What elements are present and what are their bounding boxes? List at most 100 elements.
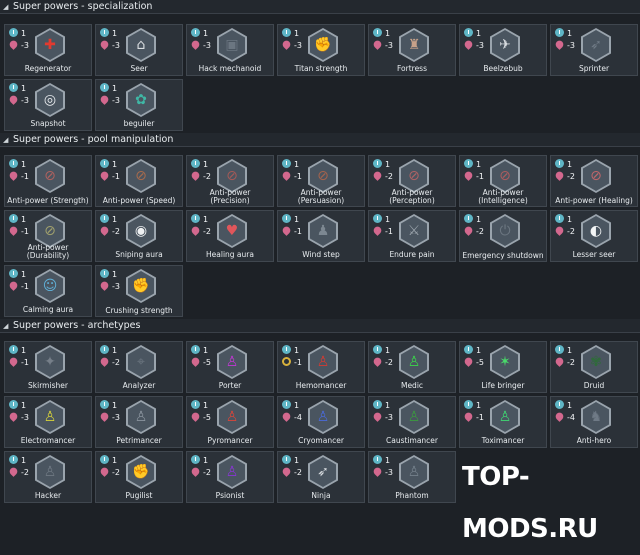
hex-background: ⊘ bbox=[492, 161, 518, 191]
flame-cost-icon bbox=[8, 466, 19, 477]
power-card-endure-pain[interactable]: 1 -1 ⚔ Endure pain bbox=[368, 210, 456, 262]
xp-value: 1 bbox=[294, 456, 300, 465]
power-glyph: ♙ bbox=[316, 409, 330, 425]
flame-cost-icon bbox=[372, 466, 383, 477]
power-card-sniping-aura[interactable]: 1 -2 ◉ Sniping aura bbox=[95, 210, 183, 262]
flame-cost-icon bbox=[8, 39, 19, 50]
hex-background: ⌖ bbox=[128, 347, 154, 377]
power-card-regenerator[interactable]: 1 -3 ✚ Regenerator bbox=[4, 24, 92, 76]
phantom-icon: ♙ bbox=[399, 455, 429, 489]
collapse-triangle-icon[interactable]: ◢ bbox=[3, 319, 8, 333]
power-card-toximancer[interactable]: 1 -1 ♙ Toximancer bbox=[459, 396, 547, 448]
power-card-wind-step[interactable]: 1 -1 ♟ Wind step bbox=[277, 210, 365, 262]
power-card-snapshot[interactable]: 1 -3 ◎ Snapshot bbox=[4, 79, 92, 131]
xp-stat: 1 bbox=[373, 455, 390, 466]
xp-value: 1 bbox=[476, 401, 482, 410]
power-card-analyzer[interactable]: 1 -2 ⌖ Analyzer bbox=[95, 341, 183, 393]
power-name: beguiler bbox=[123, 119, 155, 128]
power-card-phantom[interactable]: 1 -3 ♙ Phantom bbox=[368, 451, 456, 503]
cost-stat: -3 bbox=[99, 411, 120, 423]
cost-stat: -2 bbox=[99, 225, 120, 237]
power-glyph: ⌖ bbox=[137, 354, 145, 370]
power-card-lesser-seer[interactable]: 1 -2 ◐ Lesser seer bbox=[550, 210, 638, 262]
power-card-beelzebub[interactable]: 1 -3 ✈ Beelzebub bbox=[459, 24, 547, 76]
cost-value: -3 bbox=[112, 413, 120, 422]
power-name: Endure pain bbox=[389, 250, 435, 259]
power-card-healing-aura[interactable]: 1 -2 ♥ Healing aura bbox=[186, 210, 274, 262]
power-card-seer[interactable]: 1 -3 ⌂ Seer bbox=[95, 24, 183, 76]
collapse-triangle-icon[interactable]: ◢ bbox=[3, 0, 8, 14]
xp-value: 1 bbox=[112, 456, 118, 465]
section-title: Super powers - pool manipulation bbox=[13, 134, 174, 145]
cost-value: -2 bbox=[385, 358, 393, 367]
xp-stat: 1 bbox=[100, 455, 117, 466]
section-header-specialization[interactable]: ◢ Super powers - specialization bbox=[0, 0, 640, 14]
xp-value: 1 bbox=[385, 160, 391, 169]
power-card-pyromancer[interactable]: 1 -5 ♙ Pyromancer bbox=[186, 396, 274, 448]
power-card-anti-power-intelligence[interactable]: 1 -1 ⊘ Anti-power (Intelligence) bbox=[459, 155, 547, 207]
power-card-cryomancer[interactable]: 1 -4 ♙ Cryomancer bbox=[277, 396, 365, 448]
section-header-pool-manipulation[interactable]: ◢ Super powers - pool manipulation bbox=[0, 133, 640, 147]
xp-icon bbox=[464, 28, 473, 37]
power-card-anti-power-durability[interactable]: 1 -1 ⊘ Anti-power (Durability) bbox=[4, 210, 92, 262]
power-card-psionist[interactable]: 1 -2 ♙ Psionist bbox=[186, 451, 274, 503]
power-card-anti-power-perception[interactable]: 1 -2 ⊘ Anti-power (Perception) bbox=[368, 155, 456, 207]
power-card-electromancer[interactable]: 1 -3 ♙ Electromancer bbox=[4, 396, 92, 448]
hex-background: ♙ bbox=[219, 457, 245, 487]
cost-stat: -3 bbox=[463, 39, 484, 51]
power-card-anti-hero[interactable]: 1 -4 ♞ Anti-hero bbox=[550, 396, 638, 448]
power-card-calming-aura[interactable]: 1 -1 ☺ Calming aura bbox=[4, 265, 92, 317]
power-card-anti-power-precision[interactable]: 1 -2 ⊘ Anti-power (Precision) bbox=[186, 155, 274, 207]
xp-icon bbox=[373, 159, 382, 168]
power-card-ninja[interactable]: 1 -2 ➶ Ninja bbox=[277, 451, 365, 503]
power-card-druid[interactable]: 1 -2 ✾ Druid bbox=[550, 341, 638, 393]
xp-value: 1 bbox=[21, 215, 27, 224]
power-card-anti-power-healing[interactable]: 1 -2 ⊘ Anti-power (Healing) bbox=[550, 155, 638, 207]
xp-value: 1 bbox=[385, 346, 391, 355]
power-card-hemomancer[interactable]: 1 -1 ♙ Hemomancer bbox=[277, 341, 365, 393]
power-card-sprinter[interactable]: 1 -3 ➶ Sprinter bbox=[550, 24, 638, 76]
cost-value: -4 bbox=[567, 413, 575, 422]
power-card-pugilist[interactable]: 1 -2 ✊ Pugilist bbox=[95, 451, 183, 503]
xp-icon bbox=[373, 345, 382, 354]
cost-value: -3 bbox=[112, 96, 120, 105]
xp-stat: 1 bbox=[555, 345, 572, 356]
power-card-hack-mechanoid[interactable]: 1 -3 ▣ Hack mechanoid bbox=[186, 24, 274, 76]
xp-icon bbox=[9, 214, 18, 223]
power-card-titan-strength[interactable]: 1 -3 ✊ Titan strength bbox=[277, 24, 365, 76]
power-name: Psionist bbox=[215, 491, 245, 500]
cost-stat: -3 bbox=[99, 94, 120, 106]
power-card-emergency-shutdown[interactable]: 1 -2 ⏻ Emergency shutdown bbox=[459, 210, 547, 262]
collapse-triangle-icon[interactable]: ◢ bbox=[3, 133, 8, 147]
power-card-anti-power-persuasion[interactable]: 1 -1 ⊘ Anti-power (Persuasion) bbox=[277, 155, 365, 207]
power-card-life-bringer[interactable]: 1 -5 ✶ Life bringer bbox=[459, 341, 547, 393]
xp-value: 1 bbox=[476, 215, 482, 224]
cost-value: -1 bbox=[294, 172, 302, 181]
power-card-medic[interactable]: 1 -2 ♙ Medic bbox=[368, 341, 456, 393]
power-card-beguiler[interactable]: 1 -3 ✿ beguiler bbox=[95, 79, 183, 131]
cost-value: -2 bbox=[567, 172, 575, 181]
cost-value: -3 bbox=[112, 282, 120, 291]
flame-cost-icon bbox=[190, 466, 201, 477]
section-header-archetypes[interactable]: ◢ Super powers - archetypes bbox=[0, 319, 640, 333]
power-card-anti-power-speed[interactable]: 1 -1 ⊘ Anti-power (Speed) bbox=[95, 155, 183, 207]
xp-value: 1 bbox=[476, 346, 482, 355]
power-card-crushing-strength[interactable]: 1 -3 ✊ Crushing strength bbox=[95, 265, 183, 317]
power-glyph: ♙ bbox=[407, 354, 421, 370]
section-title: Super powers - specialization bbox=[13, 1, 153, 12]
xp-icon bbox=[282, 214, 291, 223]
power-card-anti-power-strength[interactable]: 1 -1 ⊘ Anti-power (Strength) bbox=[4, 155, 92, 207]
gold-ring-icon bbox=[282, 357, 291, 366]
power-card-skirmisher[interactable]: 1 -1 ✦ Skirmisher bbox=[4, 341, 92, 393]
power-card-hacker[interactable]: 1 -2 ♙ Hacker bbox=[4, 451, 92, 503]
power-name: Anti-power (Persuasion) bbox=[297, 188, 345, 205]
power-card-petrimancer[interactable]: 1 -3 ♙ Petrimancer bbox=[95, 396, 183, 448]
xp-icon bbox=[282, 159, 291, 168]
xp-value: 1 bbox=[385, 215, 391, 224]
power-card-caustimancer[interactable]: 1 -3 ♙ Caustimancer bbox=[368, 396, 456, 448]
power-card-fortress[interactable]: 1 -3 ♜ Fortress bbox=[368, 24, 456, 76]
power-glyph: ♙ bbox=[498, 409, 512, 425]
hex-background: ➶ bbox=[310, 457, 336, 487]
power-card-porter[interactable]: 1 -5 ♙ Porter bbox=[186, 341, 274, 393]
flame-cost-icon bbox=[372, 225, 383, 236]
